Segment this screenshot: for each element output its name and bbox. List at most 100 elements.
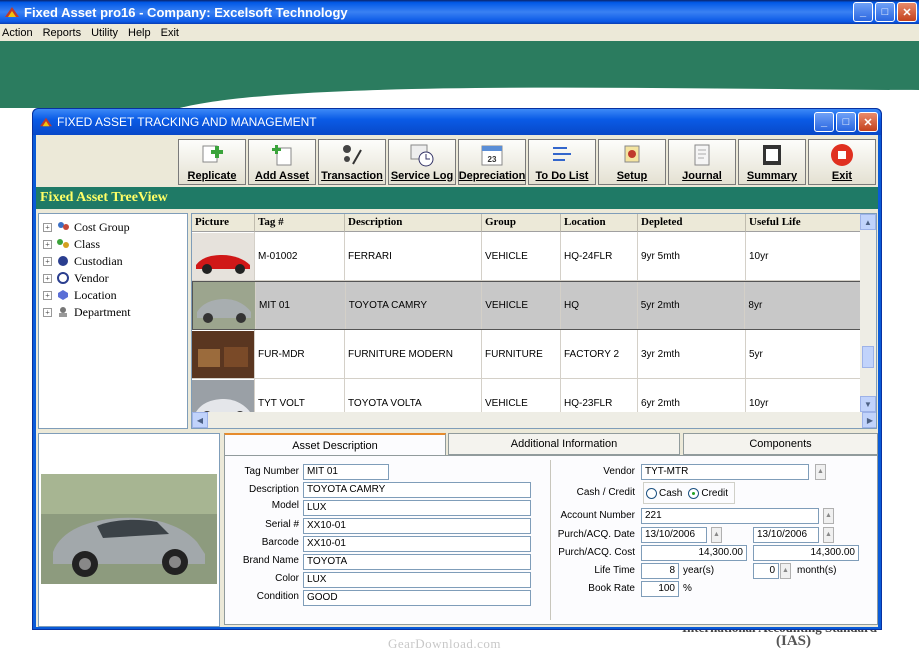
grid-vertical-scrollbar[interactable]: ▲ ▼ (860, 214, 876, 412)
menu-help[interactable]: Help (128, 27, 151, 39)
column-description[interactable]: Description (345, 214, 482, 232)
summary-button[interactable]: Summary (738, 139, 806, 185)
vendor-lookup-icon[interactable]: ▲ (815, 464, 826, 480)
tree-item-custodian[interactable]: + Custodian (39, 253, 187, 269)
color-field[interactable]: LUX (303, 572, 531, 588)
setup-icon (624, 145, 640, 163)
maximize-button[interactable]: □ (875, 2, 895, 22)
tab-additional-information[interactable]: Additional Information (448, 433, 680, 455)
asset-grid: Picture Tag # Description Group Location… (191, 213, 877, 429)
expand-icon[interactable]: + (43, 290, 52, 300)
asset-description-form: Tag Number MIT 01 Description TOYOTA CAM… (224, 455, 878, 625)
column-location[interactable]: Location (561, 214, 638, 232)
scroll-down-icon[interactable]: ▼ (860, 396, 876, 412)
purch-date-picker-icon[interactable]: ▲ (711, 527, 722, 543)
form-divider (550, 460, 551, 620)
table-row-selected[interactable]: MIT 01 TOYOTA CAMRY VEHICLE HQ 5yr 2mth … (192, 281, 862, 330)
asset-detail-panel: Asset Description Additional Information… (224, 433, 878, 627)
window-title: FIXED ASSET TRACKING AND MANAGEMENT (57, 115, 317, 129)
window-close-button[interactable]: ✕ (858, 112, 878, 132)
purch-cost-field-2[interactable]: 14,300.00 (753, 545, 859, 561)
grid-horizontal-scrollbar[interactable]: ◀ ▶ (192, 412, 876, 428)
close-button[interactable]: ✕ (897, 2, 917, 22)
purch-date-field[interactable]: 13/10/2006 (641, 527, 707, 543)
model-field[interactable]: LUX (303, 500, 531, 516)
window-minimize-button[interactable]: _ (814, 112, 834, 132)
life-years-field[interactable]: 8 (641, 563, 679, 579)
calendar-icon: 23 (481, 145, 503, 166)
tree-item-class[interactable]: + Class (39, 236, 187, 252)
description-field[interactable]: TOYOTA CAMRY (303, 482, 531, 498)
setup-button[interactable]: Setup (598, 139, 666, 185)
credit-radio[interactable] (688, 487, 700, 499)
payment-radio-group: Cash Credit (643, 482, 735, 504)
banner-wave (0, 68, 919, 108)
app-title: Fixed Asset pro16 - Company: Excelsoft T… (24, 4, 348, 20)
tree-item-vendor[interactable]: + Vendor (39, 270, 187, 286)
cash-radio[interactable] (646, 487, 657, 499)
expand-icon[interactable]: + (43, 239, 52, 249)
service-log-button[interactable]: Service Log (388, 139, 456, 185)
life-months-field[interactable]: 0 (753, 563, 779, 579)
tab-asset-description[interactable]: Asset Description (224, 433, 446, 457)
tag-number-field[interactable]: MIT 01 (303, 464, 389, 480)
purch-cost-field[interactable]: 14,300.00 (641, 545, 747, 561)
column-group[interactable]: Group (482, 214, 561, 232)
months-spinner-icon[interactable]: ▲ (780, 563, 791, 579)
column-useful-life[interactable]: Useful Life (746, 214, 862, 232)
purch-date-picker-icon-2[interactable]: ▲ (823, 527, 834, 543)
table-row[interactable]: M-01002 FERRARI VEHICLE HQ-24FLR 9yr 5mt… (192, 232, 862, 281)
serial-field[interactable]: XX10-01 (303, 518, 531, 534)
book-rate-field[interactable]: 100 (641, 581, 679, 597)
menu-reports[interactable]: Reports (43, 27, 82, 39)
service-log-icon (410, 144, 434, 167)
scroll-thumb[interactable] (862, 346, 874, 368)
todo-list-button[interactable]: To Do List (528, 139, 596, 185)
class-icon (57, 239, 69, 248)
treeview-header: Fixed Asset TreeView (36, 187, 878, 209)
transaction-button[interactable]: Transaction (318, 139, 386, 185)
purch-date-field-2[interactable]: 13/10/2006 (753, 527, 819, 543)
asset-thumbnail (192, 232, 255, 280)
column-depleted[interactable]: Depleted (638, 214, 746, 232)
vendor-field[interactable]: TYT-MTR (641, 464, 809, 480)
window-maximize-button[interactable]: □ (836, 112, 856, 132)
menubar: Action Reports Utility Help Exit (0, 24, 919, 41)
treeview: + Cost Group + Class + Custodian + Vendo… (38, 213, 188, 429)
tree-item-location[interactable]: + Location (39, 287, 187, 303)
scroll-right-icon[interactable]: ▶ (862, 412, 876, 428)
expand-icon[interactable]: + (43, 222, 52, 232)
menu-action[interactable]: Action (2, 27, 33, 39)
scroll-left-icon[interactable]: ◀ (192, 412, 208, 428)
replicate-button[interactable]: Replicate (178, 139, 246, 185)
condition-field[interactable]: GOOD (303, 590, 531, 606)
menu-exit[interactable]: Exit (161, 27, 179, 39)
tab-components[interactable]: Components (683, 433, 878, 455)
asset-thumbnail (192, 330, 255, 378)
column-picture[interactable]: Picture (192, 214, 255, 232)
menu-utility[interactable]: Utility (91, 27, 118, 39)
expand-icon[interactable]: + (43, 307, 52, 317)
account-number-field[interactable]: 221 (641, 508, 819, 524)
tree-item-cost-group[interactable]: + Cost Group (39, 219, 187, 235)
table-row[interactable]: FUR-MDR FURNITURE MODERN FURNITURE FACTO… (192, 330, 862, 379)
barcode-field[interactable]: XX10-01 (303, 536, 531, 552)
toolbar: Replicate Add Asset Transaction Service … (36, 135, 878, 187)
add-asset-button[interactable]: Add Asset (248, 139, 316, 185)
journal-icon (694, 144, 710, 166)
replicate-icon (202, 145, 223, 163)
account-lookup-icon[interactable]: ▲ (823, 508, 834, 524)
journal-button[interactable]: Journal (668, 139, 736, 185)
brand-name-field[interactable]: TOYOTA (303, 554, 531, 570)
scroll-up-icon[interactable]: ▲ (860, 214, 876, 230)
asset-window: FIXED ASSET TRACKING AND MANAGEMENT _ □ … (32, 108, 882, 630)
todo-icon (553, 147, 571, 161)
expand-icon[interactable]: + (43, 273, 52, 283)
column-tag[interactable]: Tag # (255, 214, 345, 232)
exit-button[interactable]: Exit (808, 139, 876, 185)
minimize-button[interactable]: _ (853, 2, 873, 22)
department-icon (59, 307, 67, 317)
tree-item-department[interactable]: + Department (39, 304, 187, 320)
expand-icon[interactable]: + (43, 256, 52, 266)
depreciation-button[interactable]: 23 Depreciation (458, 139, 526, 185)
